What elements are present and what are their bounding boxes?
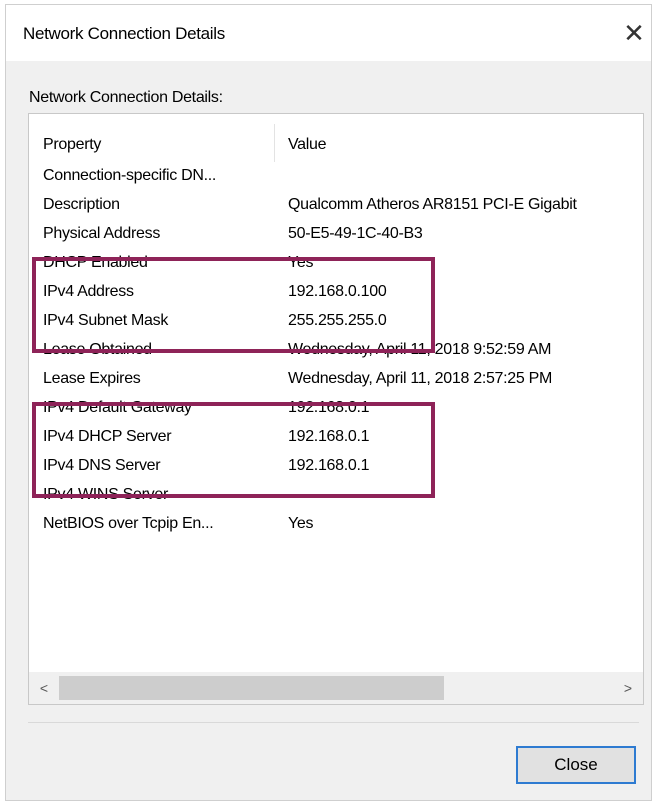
property-cell: IPv4 Address bbox=[43, 283, 134, 300]
list-row[interactable]: IPv4 Default Gateway 192.168.0.1 bbox=[29, 395, 643, 424]
window-title: Network Connection Details bbox=[23, 24, 225, 43]
details-label: Network Connection Details: bbox=[29, 89, 223, 106]
value-cell: Yes bbox=[288, 254, 314, 271]
list-row[interactable]: IPv4 WINS Server bbox=[29, 482, 643, 511]
column-header-property[interactable]: Property bbox=[43, 136, 101, 154]
property-cell: Lease Obtained bbox=[43, 341, 152, 358]
property-cell: NetBIOS over Tcpip En... bbox=[43, 515, 214, 532]
scroll-left-icon[interactable]: < bbox=[29, 672, 59, 704]
property-cell: Lease Expires bbox=[43, 370, 141, 387]
value-cell: 50-E5-49-1C-40-B3 bbox=[288, 225, 423, 242]
value-cell: Wednesday, April 11, 2018 9:52:59 AM bbox=[288, 341, 552, 358]
list-header: Property Value bbox=[29, 114, 643, 162]
value-cell: Yes bbox=[288, 515, 314, 532]
details-list[interactable]: Property Value Connection-specific DN...… bbox=[28, 113, 644, 705]
property-cell: Physical Address bbox=[43, 225, 161, 242]
list-row[interactable]: IPv4 DHCP Server 192.168.0.1 bbox=[29, 424, 643, 453]
scrollbar-thumb[interactable] bbox=[59, 676, 444, 700]
list-row[interactable]: Connection-specific DN... bbox=[29, 163, 643, 192]
column-header-value[interactable]: Value bbox=[288, 136, 327, 154]
scroll-right-icon[interactable]: > bbox=[613, 672, 643, 704]
list-row[interactable]: Lease Obtained Wednesday, April 11, 2018… bbox=[29, 337, 643, 366]
value-cell: 192.168.0.1 bbox=[288, 399, 370, 416]
column-divider[interactable] bbox=[274, 124, 275, 162]
list-row[interactable]: NetBIOS over Tcpip En... Yes bbox=[29, 511, 643, 540]
title-bar: Network Connection Details ✕ bbox=[6, 5, 651, 61]
property-cell: IPv4 DHCP Server bbox=[43, 428, 172, 445]
value-cell: 192.168.0.100 bbox=[288, 283, 387, 300]
divider bbox=[28, 722, 639, 723]
dialog-window: Network Connection Details ✕ Network Con… bbox=[5, 4, 652, 801]
horizontal-scrollbar[interactable]: < > bbox=[29, 672, 643, 704]
value-cell: 192.168.0.1 bbox=[288, 457, 370, 474]
list-row[interactable]: IPv4 Subnet Mask 255.255.255.0 bbox=[29, 308, 643, 337]
property-cell: IPv4 WINS Server bbox=[43, 486, 169, 503]
value-cell: Qualcomm Atheros AR8151 PCI-E Gigabit bbox=[288, 196, 577, 213]
property-cell: IPv4 Default Gateway bbox=[43, 399, 192, 416]
list-row[interactable]: IPv4 Address 192.168.0.100 bbox=[29, 279, 643, 308]
property-cell: IPv4 DNS Server bbox=[43, 457, 161, 474]
property-cell: DHCP Enabled bbox=[43, 254, 148, 271]
list-row[interactable]: Physical Address 50-E5-49-1C-40-B3 bbox=[29, 221, 643, 250]
list-row[interactable]: IPv4 DNS Server 192.168.0.1 bbox=[29, 453, 643, 482]
property-cell: Connection-specific DN... bbox=[43, 167, 217, 184]
property-cell: Description bbox=[43, 196, 120, 213]
close-icon[interactable]: ✕ bbox=[617, 15, 651, 51]
value-cell: Wednesday, April 11, 2018 2:57:25 PM bbox=[288, 370, 553, 387]
close-button[interactable]: Close bbox=[516, 746, 636, 784]
value-cell: 192.168.0.1 bbox=[288, 428, 370, 445]
list-row[interactable]: Lease Expires Wednesday, April 11, 2018 … bbox=[29, 366, 643, 395]
property-cell: IPv4 Subnet Mask bbox=[43, 312, 169, 329]
list-row[interactable]: Description Qualcomm Atheros AR8151 PCI-… bbox=[29, 192, 643, 221]
list-row[interactable]: DHCP Enabled Yes bbox=[29, 250, 643, 279]
value-cell: 255.255.255.0 bbox=[288, 312, 387, 329]
